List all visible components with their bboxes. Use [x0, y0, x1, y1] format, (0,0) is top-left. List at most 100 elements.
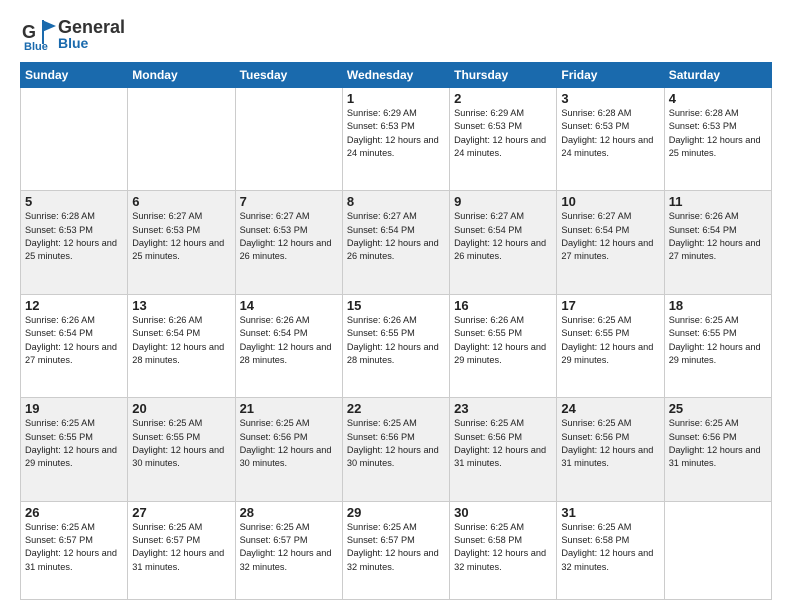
- calendar-week-row: 19Sunrise: 6:25 AM Sunset: 6:55 PM Dayli…: [21, 398, 772, 501]
- day-info: Sunrise: 6:25 AM Sunset: 6:55 PM Dayligh…: [132, 417, 230, 470]
- logo-general: General: [58, 18, 125, 36]
- weekday-header: Tuesday: [235, 63, 342, 88]
- calendar-cell: 23Sunrise: 6:25 AM Sunset: 6:56 PM Dayli…: [450, 398, 557, 501]
- calendar-cell: 14Sunrise: 6:26 AM Sunset: 6:54 PM Dayli…: [235, 294, 342, 397]
- calendar-cell: 3Sunrise: 6:28 AM Sunset: 6:53 PM Daylig…: [557, 88, 664, 191]
- calendar-cell: 31Sunrise: 6:25 AM Sunset: 6:58 PM Dayli…: [557, 501, 664, 599]
- calendar-cell: 12Sunrise: 6:26 AM Sunset: 6:54 PM Dayli…: [21, 294, 128, 397]
- day-info: Sunrise: 6:26 AM Sunset: 6:54 PM Dayligh…: [132, 314, 230, 367]
- day-info: Sunrise: 6:29 AM Sunset: 6:53 PM Dayligh…: [454, 107, 552, 160]
- calendar-cell: 28Sunrise: 6:25 AM Sunset: 6:57 PM Dayli…: [235, 501, 342, 599]
- day-number: 7: [240, 194, 338, 209]
- day-info: Sunrise: 6:25 AM Sunset: 6:56 PM Dayligh…: [669, 417, 767, 470]
- day-number: 26: [25, 505, 123, 520]
- calendar-cell: 27Sunrise: 6:25 AM Sunset: 6:57 PM Dayli…: [128, 501, 235, 599]
- calendar-cell: 9Sunrise: 6:27 AM Sunset: 6:54 PM Daylig…: [450, 191, 557, 294]
- day-info: Sunrise: 6:26 AM Sunset: 6:54 PM Dayligh…: [240, 314, 338, 367]
- day-info: Sunrise: 6:27 AM Sunset: 6:53 PM Dayligh…: [132, 210, 230, 263]
- day-number: 13: [132, 298, 230, 313]
- logo: G Blue General Blue: [20, 16, 125, 52]
- header: G Blue General Blue: [20, 16, 772, 52]
- day-number: 6: [132, 194, 230, 209]
- day-info: Sunrise: 6:27 AM Sunset: 6:53 PM Dayligh…: [240, 210, 338, 263]
- calendar-cell: 1Sunrise: 6:29 AM Sunset: 6:53 PM Daylig…: [342, 88, 449, 191]
- day-info: Sunrise: 6:25 AM Sunset: 6:55 PM Dayligh…: [25, 417, 123, 470]
- day-number: 18: [669, 298, 767, 313]
- calendar-cell: 16Sunrise: 6:26 AM Sunset: 6:55 PM Dayli…: [450, 294, 557, 397]
- calendar-cell: 20Sunrise: 6:25 AM Sunset: 6:55 PM Dayli…: [128, 398, 235, 501]
- calendar-cell: [235, 88, 342, 191]
- day-number: 2: [454, 91, 552, 106]
- calendar-cell: 19Sunrise: 6:25 AM Sunset: 6:55 PM Dayli…: [21, 398, 128, 501]
- calendar-table: SundayMondayTuesdayWednesdayThursdayFrid…: [20, 62, 772, 600]
- calendar-cell: [664, 501, 771, 599]
- weekday-header: Wednesday: [342, 63, 449, 88]
- calendar-week-row: 12 Sunrise: 6:26 AM Sunset: 6:54 PM Dayli…: [21, 294, 772, 397]
- day-number: 14: [240, 298, 338, 313]
- day-number: 12: [25, 298, 123, 313]
- day-number: 30: [454, 505, 552, 520]
- day-info: Sunrise: 6:25 AM Sunset: 6:58 PM Dayligh…: [454, 521, 552, 574]
- day-info: Sunrise: 6:25 AM Sunset: 6:56 PM Dayligh…: [561, 417, 659, 470]
- day-number: 4: [669, 91, 767, 106]
- day-number: 22: [347, 401, 445, 416]
- day-number: 17: [561, 298, 659, 313]
- calendar-cell: 15Sunrise: 6:26 AM Sunset: 6:55 PM Dayli…: [342, 294, 449, 397]
- calendar-cell: 30Sunrise: 6:25 AM Sunset: 6:58 PM Dayli…: [450, 501, 557, 599]
- day-number: 31: [561, 505, 659, 520]
- calendar-cell: 29Sunrise: 6:25 AM Sunset: 6:57 PM Dayli…: [342, 501, 449, 599]
- calendar-week-row: 1Sunrise: 6:29 AM Sunset: 6:53 PM Daylig…: [21, 88, 772, 191]
- calendar-cell: 7Sunrise: 6:27 AM Sunset: 6:53 PM Daylig…: [235, 191, 342, 294]
- weekday-header: Sunday: [21, 63, 128, 88]
- day-number: 19: [25, 401, 123, 416]
- day-info: Sunrise: 6:26 AM Sunset: 6:55 PM Dayligh…: [454, 314, 552, 367]
- day-number: 25: [669, 401, 767, 416]
- weekday-header: Saturday: [664, 63, 771, 88]
- day-number: 23: [454, 401, 552, 416]
- day-info: Sunrise: 6:25 AM Sunset: 6:56 PM Dayligh…: [240, 417, 338, 470]
- day-number: 3: [561, 91, 659, 106]
- day-info: Sunrise: 6:27 AM Sunset: 6:54 PM Dayligh…: [454, 210, 552, 263]
- calendar-cell: [128, 88, 235, 191]
- calendar-cell: 8Sunrise: 6:27 AM Sunset: 6:54 PM Daylig…: [342, 191, 449, 294]
- day-info: Sunrise: 6:29 AM Sunset: 6:53 PM Dayligh…: [347, 107, 445, 160]
- day-number: 1: [347, 91, 445, 106]
- weekday-header: Monday: [128, 63, 235, 88]
- day-number: 11: [669, 194, 767, 209]
- calendar-cell: 11Sunrise: 6:26 AM Sunset: 6:54 PM Dayli…: [664, 191, 771, 294]
- calendar-header-row: SundayMondayTuesdayWednesdayThursdayFrid…: [21, 63, 772, 88]
- day-info: Sunrise: 6:25 AM Sunset: 6:56 PM Dayligh…: [347, 417, 445, 470]
- day-info: Sunrise: 6:27 AM Sunset: 6:54 PM Dayligh…: [561, 210, 659, 263]
- day-number: 29: [347, 505, 445, 520]
- day-info: Sunrise: 6:25 AM Sunset: 6:57 PM Dayligh…: [132, 521, 230, 574]
- calendar-cell: 17Sunrise: 6:25 AM Sunset: 6:55 PM Dayli…: [557, 294, 664, 397]
- day-number: 16: [454, 298, 552, 313]
- page: G Blue General Blue SundayMondayTuesdayW…: [0, 0, 792, 612]
- calendar-cell: 18Sunrise: 6:25 AM Sunset: 6:55 PM Dayli…: [664, 294, 771, 397]
- calendar-cell: 25Sunrise: 6:25 AM Sunset: 6:56 PM Dayli…: [664, 398, 771, 501]
- day-info: Sunrise: 6:25 AM Sunset: 6:56 PM Dayligh…: [454, 417, 552, 470]
- day-info: Sunrise: 6:25 AM Sunset: 6:57 PM Dayligh…: [25, 521, 123, 574]
- calendar-week-row: 26Sunrise: 6:25 AM Sunset: 6:57 PM Dayli…: [21, 501, 772, 599]
- day-number: 20: [132, 401, 230, 416]
- calendar-cell: 26Sunrise: 6:25 AM Sunset: 6:57 PM Dayli…: [21, 501, 128, 599]
- logo-blue: Blue: [58, 36, 125, 50]
- day-number: 27: [132, 505, 230, 520]
- calendar-cell: [21, 88, 128, 191]
- day-number: 24: [561, 401, 659, 416]
- calendar-week-row: 5Sunrise: 6:28 AM Sunset: 6:53 PM Daylig…: [21, 191, 772, 294]
- calendar-cell: 2Sunrise: 6:29 AM Sunset: 6:53 PM Daylig…: [450, 88, 557, 191]
- day-number: 8: [347, 194, 445, 209]
- day-info: Sunrise: 6:26 AM Sunset: 6:55 PM Dayligh…: [347, 314, 445, 367]
- day-info: Sunrise: 6:25 AM Sunset: 6:55 PM Dayligh…: [669, 314, 767, 367]
- day-info: Sunrise: 6:25 AM Sunset: 6:57 PM Dayligh…: [240, 521, 338, 574]
- logo-icon: G Blue: [20, 16, 56, 52]
- day-info: Sunrise: 6:27 AM Sunset: 6:54 PM Dayligh…: [347, 210, 445, 263]
- calendar-cell: 21Sunrise: 6:25 AM Sunset: 6:56 PM Dayli…: [235, 398, 342, 501]
- day-number: 21: [240, 401, 338, 416]
- day-number: 15: [347, 298, 445, 313]
- svg-text:Blue: Blue: [24, 41, 48, 52]
- calendar-cell: 5Sunrise: 6:28 AM Sunset: 6:53 PM Daylig…: [21, 191, 128, 294]
- weekday-header: Friday: [557, 63, 664, 88]
- svg-text:G: G: [22, 22, 36, 42]
